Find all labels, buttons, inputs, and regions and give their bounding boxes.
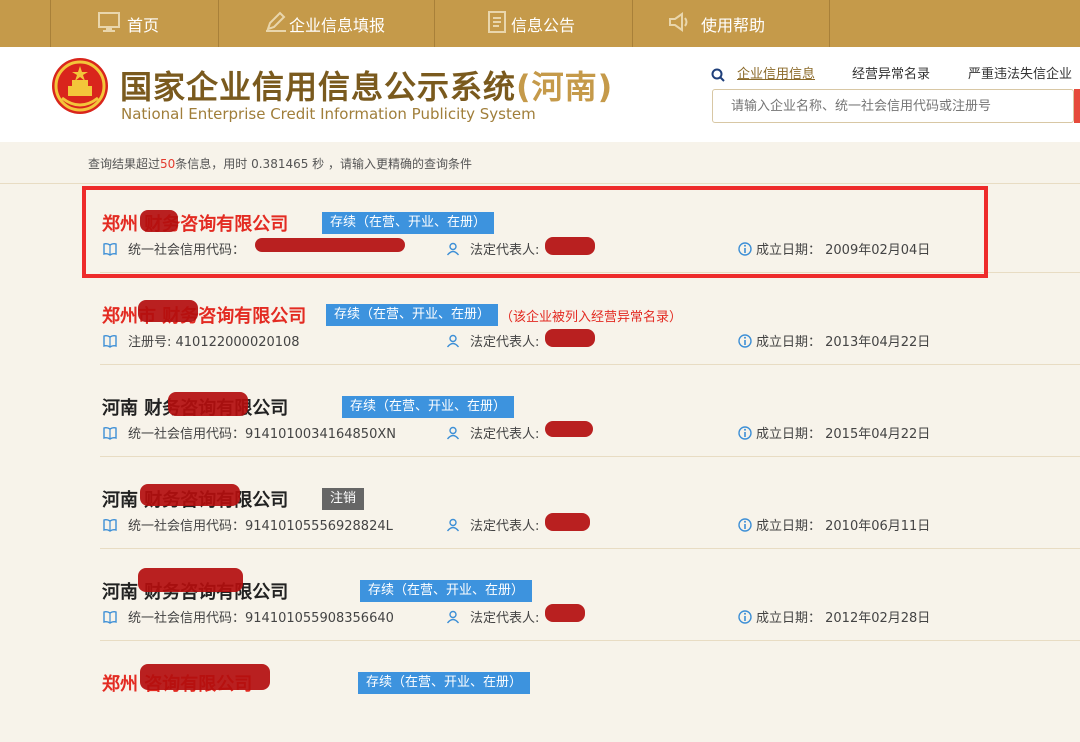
user-icon <box>446 425 460 440</box>
redaction-mark <box>140 484 240 506</box>
founded-date-field: 成立日期： 2010年06月11日 <box>756 519 931 534</box>
site-title-en: National Enterprise Credit Information P… <box>121 105 536 123</box>
credit-code-field: 注册号: 410122000020108 <box>128 335 300 350</box>
divider <box>100 548 1080 549</box>
redaction-mark <box>138 568 243 592</box>
founded-date-field: 成立日期： 2012年02月28日 <box>756 611 931 626</box>
status-badge: 存续（在营、开业、在册） <box>342 396 515 418</box>
legal-rep-field: 法定代表人: <box>470 611 540 626</box>
nav-label: 企业信息填报 <box>289 15 386 35</box>
summary-suffix: 条信息，用时 0.381465 秒 ，请输入更精确的查询条件 <box>175 157 472 171</box>
divider <box>100 456 1080 457</box>
site-title-province: (河南) <box>516 68 614 106</box>
result-row: 河南 财务咨询有限公司注销统一社会信用代码：91410105556928824L… <box>100 466 1080 558</box>
book-icon <box>103 333 117 348</box>
book-icon <box>103 609 117 624</box>
info-icon <box>738 333 752 348</box>
nav-label: 使用帮助 <box>701 15 766 35</box>
info-icon <box>738 609 752 624</box>
status-badge: 存续（在营、开业、在册） <box>358 672 531 694</box>
result-row: 郑州市 财务咨询有限公司 存续（在营、开业、在册） （该企业被列入经营异常名录） 注册… <box>100 282 1080 374</box>
book-icon <box>103 425 117 440</box>
result-summary: 查询结果超过50条信息，用时 0.381465 秒 ，请输入更精确的查询条件 <box>88 155 472 172</box>
redaction-mark <box>545 421 593 437</box>
site-title-main: 国家企业信用信息公示系统 <box>120 68 517 106</box>
credit-code-field: 统一社会信用代码：9141010034164850XN <box>128 427 396 442</box>
nav-home[interactable]: 首页 <box>50 0 218 47</box>
link-abnormal-list[interactable]: 经营异常名录 <box>852 63 930 82</box>
top-nav: 首页 企业信息填报 信息公告 使用帮助 <box>0 0 1080 47</box>
credit-code-field: 统一社会信用代码：914101055908356640 <box>128 611 394 626</box>
result-count: 50 <box>160 157 176 171</box>
search-button[interactable] <box>1074 89 1080 123</box>
nav-help[interactable]: 使用帮助 <box>632 0 830 47</box>
status-badge: 存续（在营、开业、在册） <box>360 580 533 602</box>
result-row: 河南 财务咨询有限公司存续（在营、开业、在册）统一社会信用代码：91410100… <box>100 374 1080 466</box>
status-badge: 存续（在营、开业、在册） <box>326 304 499 326</box>
divider <box>100 640 1080 641</box>
result-row: 河南 财务咨询有限公司 存续（在营、开业、在册） 统一社会信用代码：91410105… <box>100 558 1080 650</box>
user-icon <box>446 609 460 624</box>
redaction-mark <box>168 392 248 416</box>
user-icon <box>446 333 460 348</box>
user-icon <box>446 517 460 532</box>
site-header: 国家企业信用信息公示系统(河南) National Enterprise Cre… <box>0 47 1080 142</box>
founded-date-field: 成立日期： 2015年04月22日 <box>756 427 931 442</box>
legal-rep-field: 法定代表人: <box>470 519 540 534</box>
site-title: 国家企业信用信息公示系统(河南) <box>120 62 613 108</box>
redaction-mark <box>545 604 585 622</box>
company-name-link[interactable]: 郑州市 财务咨询有限公司 <box>102 302 306 328</box>
redaction-mark <box>138 300 198 322</box>
legal-rep-field: 法定代表人: <box>470 335 540 350</box>
link-serious-violation[interactable]: 严重违法失信企业 <box>968 63 1072 82</box>
nav-label: 首页 <box>127 15 160 35</box>
national-emblem-icon <box>52 58 108 114</box>
legal-rep-field: 法定代表人: <box>470 427 540 442</box>
search-input[interactable] <box>712 89 1074 123</box>
edit-icon <box>264 11 288 33</box>
nav-announcement[interactable]: 信息公告 <box>434 0 632 47</box>
summary-prefix: 查询结果超过 <box>88 157 161 171</box>
credit-code-field: 统一社会信用代码：91410105556928824L <box>128 519 393 534</box>
redaction-mark <box>545 329 595 347</box>
redaction-mark <box>545 513 590 531</box>
nav-label: 信息公告 <box>511 15 576 35</box>
divider <box>0 183 1080 184</box>
book-icon <box>103 517 117 532</box>
document-icon <box>485 11 509 33</box>
info-icon <box>738 517 752 532</box>
abnormal-warning: （该企业被列入经营异常名录） <box>500 310 683 325</box>
highlight-box <box>82 186 988 278</box>
divider <box>100 364 1080 365</box>
redaction-mark <box>140 664 270 690</box>
info-icon <box>738 425 752 440</box>
link-enterprise-credit[interactable]: 企业信用信息 <box>737 63 815 82</box>
status-badge: 注销 <box>322 488 365 510</box>
result-row: 郑州 咨询有限公司存续（在营、开业、在册） <box>100 650 1080 742</box>
nav-enterprise-report[interactable]: 企业信息填报 <box>218 0 434 47</box>
monitor-icon <box>97 11 121 33</box>
search-icon <box>711 68 725 82</box>
founded-date-field: 成立日期： 2013年04月22日 <box>756 335 931 350</box>
speaker-icon <box>667 11 691 33</box>
